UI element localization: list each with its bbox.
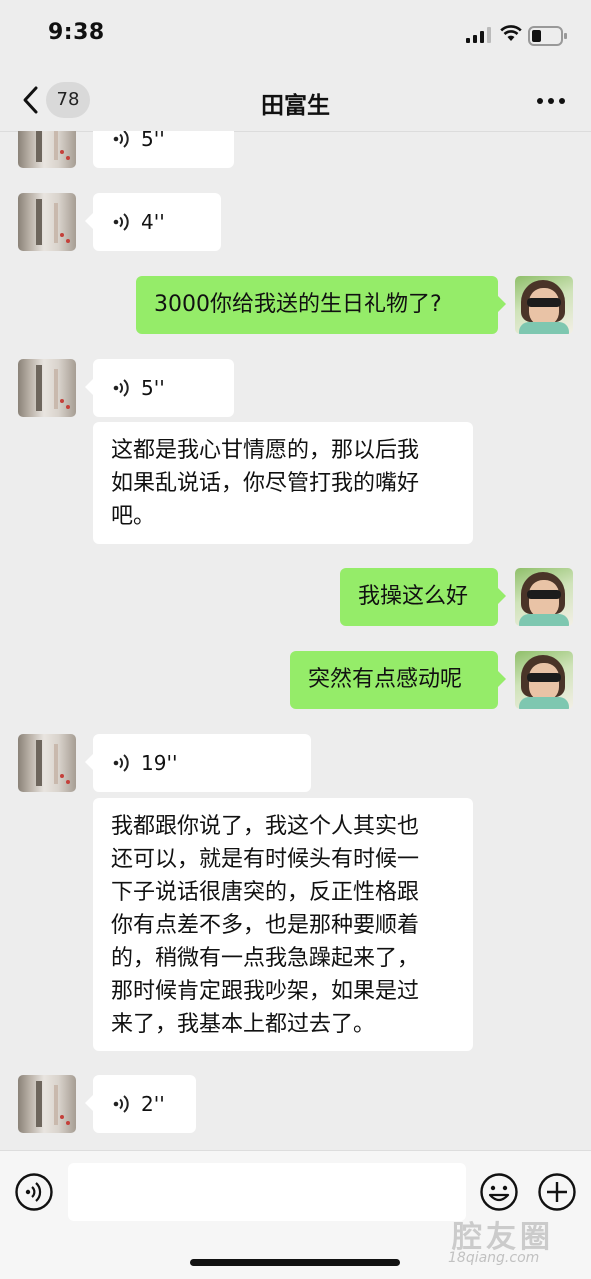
voice-message[interactable]: 5''	[85, 359, 234, 417]
message-input[interactable]	[68, 1163, 466, 1221]
my-avatar[interactable]	[515, 568, 573, 626]
transcript-line: 的，稍微有一点我急躁起来了，	[111, 946, 420, 971]
transcript-line: 我都跟你说了，我这个人其实也	[111, 814, 420, 839]
my-avatar[interactable]	[515, 276, 573, 334]
voice-message[interactable]: 2''	[85, 1075, 196, 1133]
plus-icon[interactable]	[537, 1172, 577, 1212]
voice-toggle-icon[interactable]	[14, 1172, 54, 1212]
transcript-line: 如果乱说话，你尽管打我的嘴好	[111, 471, 420, 496]
status-time: 9:38	[48, 20, 105, 45]
battery-icon	[528, 26, 567, 46]
status-bar: 9:38	[0, 0, 591, 70]
transcript-line: 你有点差不多，也是那种要顺着	[111, 913, 420, 938]
voice-wave-icon	[113, 131, 129, 148]
watermark-url: 18qiang.com	[448, 1250, 540, 1266]
voice-duration: 5''	[141, 376, 165, 400]
transcript-line: 下子说话很唐突的，反正性格跟	[111, 880, 420, 905]
voice-message[interactable]: 19''	[85, 734, 311, 792]
transcript-line: 这都是我心甘情愿的，那以后我	[111, 438, 420, 463]
voice-duration: 19''	[141, 751, 178, 775]
voice-wave-icon	[113, 1095, 129, 1113]
contact-avatar[interactable]	[18, 131, 76, 168]
voice-transcript-text[interactable]: 这都是我心甘情愿的，那以后我 如果乱说话，你尽管打我的嘴好 吧。	[93, 422, 473, 544]
outgoing-text-message[interactable]: 3000你给我送的生日礼物了?	[136, 276, 506, 334]
transcript-line: 来了，我基本上都过去了。	[111, 1012, 376, 1037]
transcript-line: 还可以，就是有时候头有时候一	[111, 847, 420, 872]
contact-avatar[interactable]	[18, 193, 76, 251]
contact-avatar[interactable]	[18, 734, 76, 792]
chat-title: 田富生	[261, 93, 330, 119]
emoji-icon[interactable]	[479, 1172, 519, 1212]
voice-wave-icon	[113, 379, 129, 397]
contact-avatar[interactable]	[18, 1075, 76, 1133]
voice-wave-icon	[113, 754, 129, 772]
my-avatar[interactable]	[515, 651, 573, 709]
contact-avatar[interactable]	[18, 359, 76, 417]
wifi-icon	[500, 25, 522, 41]
chat-message-list[interactable]: 5'' 4'' 3000你给我送的生日礼物了? 5'' 这都是我心甘情愿的，那以…	[0, 131, 591, 1150]
home-indicator	[190, 1259, 400, 1266]
outgoing-text-message[interactable]: 我操这么好	[340, 568, 506, 626]
transcript-line: 那时候肯定跟我吵架，如果是过	[111, 979, 420, 1004]
voice-duration: 5''	[141, 131, 165, 151]
voice-duration: 4''	[141, 210, 165, 234]
nav-bar: 78 田富生	[0, 70, 591, 132]
signal-icon	[466, 27, 491, 43]
transcript-line: 吧。	[111, 504, 156, 529]
outgoing-text-message[interactable]: 突然有点感动呢	[290, 651, 506, 709]
voice-wave-icon	[113, 213, 129, 231]
voice-message[interactable]: 4''	[85, 193, 221, 251]
voice-duration: 2''	[141, 1092, 165, 1116]
voice-message[interactable]: 5''	[93, 131, 234, 168]
more-icon[interactable]	[536, 96, 566, 106]
voice-transcript-text[interactable]: 我都跟你说了，我这个人其实也 还可以，就是有时候头有时候一 下子说话很唐突的，反…	[93, 798, 473, 1051]
